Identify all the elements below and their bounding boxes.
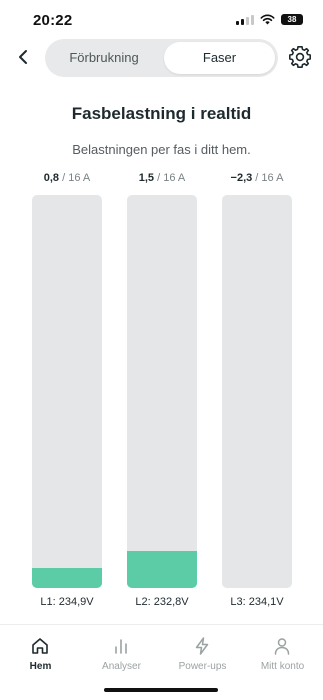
settings-button[interactable] xyxy=(288,45,312,69)
phase-max-current: / 16 A xyxy=(154,172,186,184)
tab-label: Mitt konto xyxy=(260,661,305,672)
phase-bar-fill xyxy=(127,551,197,588)
page-subtitle: Belastningen per fas i ditt hem. xyxy=(72,142,251,157)
lightning-icon xyxy=(195,637,209,655)
phase-l2: 1,5 / 16 A L2: 232,8V xyxy=(127,172,197,608)
cellular-signal-icon xyxy=(236,14,254,25)
bar-chart-icon xyxy=(115,639,127,654)
phase-bar-track xyxy=(32,195,102,588)
home-icon xyxy=(32,638,48,654)
tab-label: Hem xyxy=(29,661,52,672)
phase-voltage: L1: 234,9V xyxy=(40,596,94,608)
tab-label: Power-ups xyxy=(178,661,227,672)
phase-load-value: −2,3 / 16 A xyxy=(222,172,292,190)
header: Förbrukning Faser xyxy=(0,38,323,78)
phase-current: 0,8 xyxy=(43,172,60,184)
tab-label: Analyser xyxy=(102,661,141,672)
tab-power-ups[interactable]: Power-ups xyxy=(162,625,243,681)
person-icon xyxy=(274,638,290,655)
view-segmented-control: Förbrukning Faser xyxy=(45,39,278,77)
status-time: 20:22 xyxy=(33,12,73,29)
gear-icon xyxy=(289,46,311,68)
phase-l3: −2,3 / 16 A L3: 234,1V xyxy=(222,172,292,608)
tab-forbrukning[interactable]: Förbrukning xyxy=(48,42,160,74)
status-bar: 20:22 38 xyxy=(0,0,323,40)
phase-bar-track xyxy=(222,195,292,588)
phase-l1: 0,8 / 16 A L1: 234,9V xyxy=(32,172,102,608)
wifi-icon xyxy=(260,14,275,25)
phase-voltage: L3: 234,1V xyxy=(230,596,284,608)
phase-load-value: 0,8 / 16 A xyxy=(32,172,102,190)
bottom-tab-bar: Hem Analyser Power-ups Mitt konto xyxy=(0,624,323,700)
home-indicator xyxy=(104,688,218,692)
phase-bar-fill xyxy=(32,568,102,588)
tab-faser[interactable]: Faser xyxy=(164,42,275,74)
phase-current: 1,5 xyxy=(138,172,155,184)
chevron-left-icon xyxy=(19,50,27,64)
phase-current: −2,3 xyxy=(230,172,253,184)
tab-mitt-konto[interactable]: Mitt konto xyxy=(242,625,323,681)
phase-voltage: L2: 232,8V xyxy=(135,596,189,608)
phase-max-current: / 16 A xyxy=(252,172,284,184)
phase-max-current: / 16 A xyxy=(59,172,91,184)
phase-load-value: 1,5 / 16 A xyxy=(127,172,197,190)
status-icons: 38 xyxy=(236,14,303,25)
tab-hem[interactable]: Hem xyxy=(0,625,81,681)
page-title: Fasbelastning i realtid xyxy=(71,104,252,123)
phase-bar-track xyxy=(127,195,197,588)
app-screen: 20:22 38 Förbrukning Faser Fasbelastning… xyxy=(0,0,323,700)
back-button[interactable] xyxy=(12,44,34,70)
tab-analyser[interactable]: Analyser xyxy=(81,625,162,681)
battery-icon: 38 xyxy=(281,14,303,25)
